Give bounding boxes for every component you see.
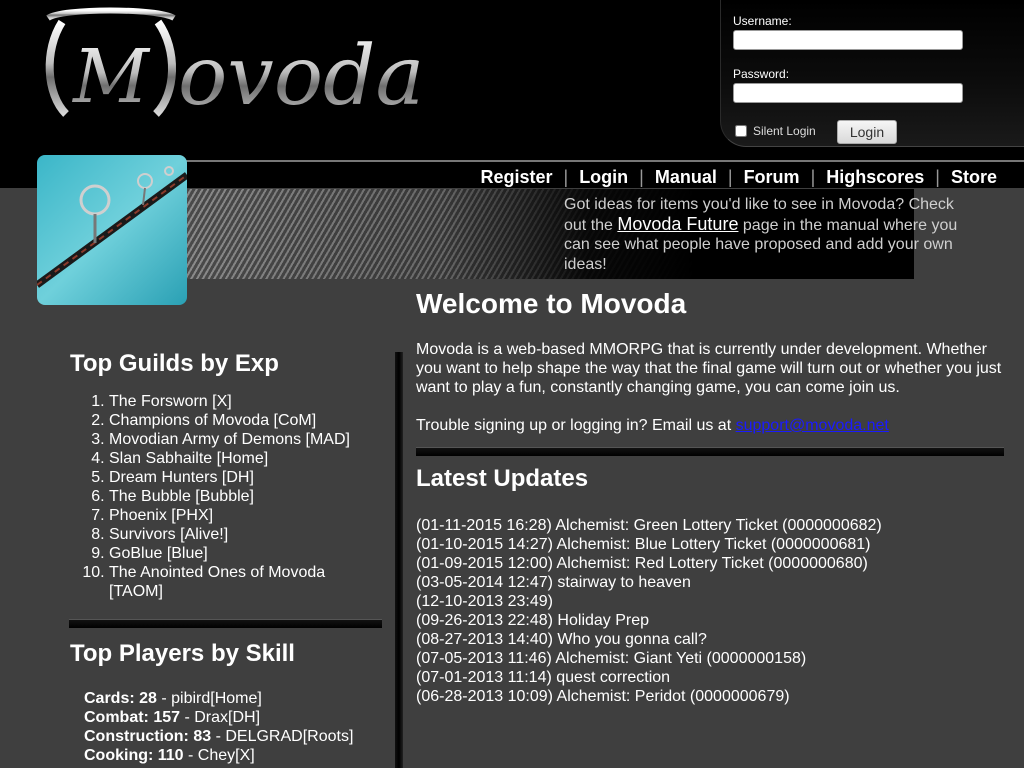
player-name: Drax[DH] bbox=[194, 709, 261, 726]
silent-login-label: Silent Login bbox=[753, 124, 816, 138]
guild-item: The Bubble [Bubble] bbox=[109, 487, 382, 506]
nav-separator: | bbox=[727, 167, 733, 187]
silent-login-checkbox[interactable] bbox=[735, 125, 747, 137]
guild-item: Movodian Army of Demons [MAD] bbox=[109, 430, 382, 449]
username-input[interactable] bbox=[733, 30, 963, 50]
player-name: pibird[Home] bbox=[171, 690, 262, 707]
welcome-title: Welcome to Movoda bbox=[416, 288, 687, 319]
player-name: DELGRAD[Roots] bbox=[225, 728, 354, 745]
welcome-section: Welcome to Movoda Movoda is a web-based … bbox=[416, 288, 1006, 435]
player-row: Cooking: 110 - Chey[X] bbox=[84, 747, 255, 764]
latest-updates-header: Latest Updates bbox=[416, 465, 1006, 492]
top-guilds-list: The Forsworn [X] Champions of Movoda [Co… bbox=[70, 392, 382, 601]
username-label: Username: bbox=[733, 14, 792, 28]
section-divider bbox=[69, 619, 382, 628]
nav-separator: | bbox=[639, 167, 644, 187]
password-input[interactable] bbox=[733, 83, 963, 103]
update-item[interactable]: (07-01-2013 11:14) quest correction bbox=[416, 668, 882, 687]
guild-item: The Forsworn [X] bbox=[109, 392, 382, 411]
update-item[interactable]: (01-10-2015 14:27) Alchemist: Blue Lotte… bbox=[416, 535, 882, 554]
update-item[interactable]: (03-05-2014 12:47) stairway to heaven bbox=[416, 573, 882, 592]
nav-separator: | bbox=[563, 167, 569, 187]
top-guilds-section: Top Guilds by Exp The Forsworn [X] Champ… bbox=[70, 350, 382, 601]
update-item[interactable]: (07-05-2013 11:46) Alchemist: Giant Yeti… bbox=[416, 649, 882, 668]
update-item[interactable]: (09-26-2013 22:48) Holiday Prep bbox=[416, 611, 882, 630]
trouble-text: Trouble signing up or logging in? Email … bbox=[416, 417, 732, 434]
update-item[interactable]: (01-11-2015 16:28) Alchemist: Green Lott… bbox=[416, 516, 882, 535]
top-players-title: Top Players by Skill bbox=[70, 640, 295, 667]
guild-item: Phoenix [PHX] bbox=[109, 506, 382, 525]
login-panel: Username: Password: Silent Login Login bbox=[720, 0, 1024, 147]
nav-separator: | bbox=[935, 167, 940, 187]
support-email-link[interactable]: support@movoda.net bbox=[736, 417, 889, 434]
banner-message: Got ideas for items you'd like to see in… bbox=[564, 195, 959, 274]
player-skill: Combat: 157 bbox=[84, 709, 181, 726]
nav-manual[interactable]: Manual bbox=[655, 167, 717, 188]
top-guilds-title: Top Guilds by Exp bbox=[70, 350, 279, 377]
movoda-logo[interactable]: M ovoda bbox=[40, 4, 420, 122]
main-nav: Register | Login | Manual | Forum | High… bbox=[480, 167, 997, 188]
nav-forum[interactable]: Forum bbox=[744, 167, 800, 188]
login-button[interactable]: Login bbox=[837, 120, 897, 144]
player-row: Construction: 83 - DELGRAD[Roots] bbox=[84, 728, 354, 745]
player-row: Cards: 28 - pibird[Home] bbox=[84, 690, 262, 707]
column-divider bbox=[395, 352, 403, 768]
nav-register[interactable]: Register bbox=[480, 167, 552, 188]
update-item[interactable]: (06-28-2013 10:09) Alchemist: Peridot (0… bbox=[416, 687, 882, 706]
guild-item: Dream Hunters [DH] bbox=[109, 468, 382, 487]
header-divider bbox=[186, 160, 1024, 162]
player-name: Chey[X] bbox=[197, 747, 255, 764]
top-players-section: Top Players by Skill bbox=[70, 640, 382, 668]
guild-item: Survivors [Alive!] bbox=[109, 525, 382, 544]
player-skill: Cards: 28 bbox=[84, 690, 157, 707]
update-item[interactable]: (08-27-2013 14:40) Who you gonna call? bbox=[416, 630, 882, 649]
svg-text:M: M bbox=[71, 34, 151, 120]
guild-item: Champions of Movoda [CoM] bbox=[109, 411, 382, 430]
update-item[interactable]: (01-09-2015 12:00) Alchemist: Red Lotter… bbox=[416, 554, 882, 573]
guild-item: Slan Sabhailte [Home] bbox=[109, 449, 382, 468]
password-label: Password: bbox=[733, 67, 790, 81]
welcome-trouble: Trouble signing up or logging in? Email … bbox=[416, 416, 1006, 435]
player-row: Combat: 157 - Drax[DH] bbox=[84, 709, 261, 726]
latest-updates-list: (01-11-2015 16:28) Alchemist: Green Lott… bbox=[416, 516, 882, 706]
guild-item: GoBlue [Blue] bbox=[109, 544, 382, 563]
svg-text:ovoda: ovoda bbox=[178, 29, 420, 122]
section-divider bbox=[416, 447, 1004, 456]
nav-login[interactable]: Login bbox=[579, 167, 628, 188]
silent-login-option[interactable]: Silent Login bbox=[735, 124, 816, 138]
welcome-intro: Movoda is a web-based MMORPG that is cur… bbox=[416, 341, 1002, 396]
nav-highscores[interactable]: Highscores bbox=[826, 167, 924, 188]
top-players-list: Cards: 28 - pibird[Home] Combat: 157 - D… bbox=[84, 689, 353, 765]
latest-updates-title: Latest Updates bbox=[416, 465, 589, 492]
fishing-rod-image bbox=[37, 155, 187, 305]
nav-separator: | bbox=[810, 167, 816, 187]
update-item[interactable]: (12-10-2013 23:49) bbox=[416, 592, 882, 611]
player-skill: Construction: 83 bbox=[84, 728, 212, 745]
nav-store[interactable]: Store bbox=[951, 167, 997, 188]
guild-item: The Anointed Ones of Movoda [TAOM] bbox=[109, 563, 382, 601]
movoda-future-link[interactable]: Movoda Future bbox=[617, 214, 738, 234]
player-skill: Cooking: 110 bbox=[84, 747, 184, 764]
